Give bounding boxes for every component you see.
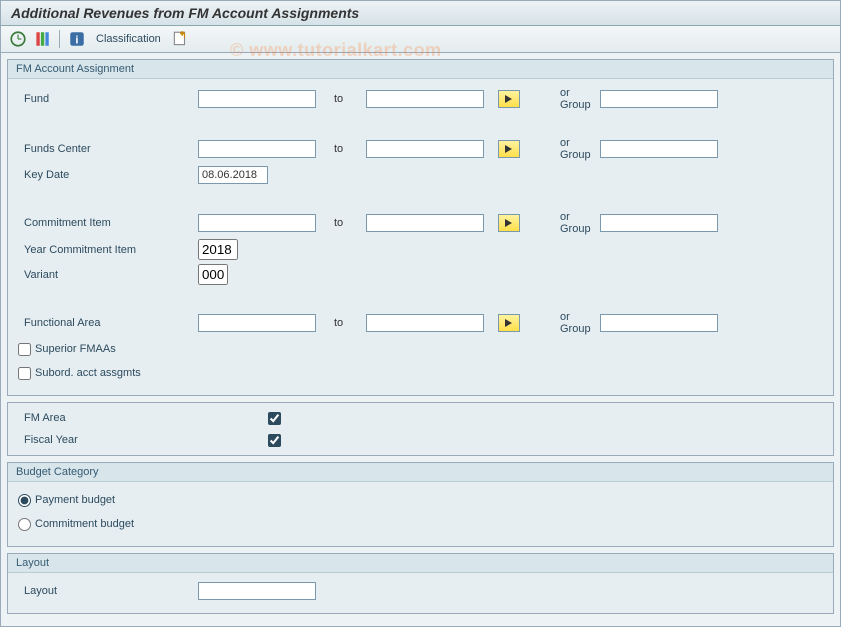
execute-icon[interactable]: [9, 30, 27, 48]
commitment-item-from-input[interactable]: [198, 214, 316, 232]
fm-area-label: FM Area: [18, 412, 268, 424]
variant-input[interactable]: [198, 264, 228, 285]
fm-area-checkbox[interactable]: [268, 412, 281, 425]
key-date-input[interactable]: [198, 166, 268, 184]
payment-budget-radio[interactable]: [18, 494, 31, 507]
layout-header: Layout: [8, 554, 833, 573]
svg-text:i: i: [75, 35, 78, 47]
to-label: to: [316, 217, 366, 229]
fund-label: Fund: [18, 93, 198, 105]
commitment-budget-label: Commitment budget: [35, 518, 134, 530]
layout-group: Layout Layout: [7, 553, 834, 614]
fund-to-input[interactable]: [366, 90, 484, 108]
classification-button[interactable]: Classification: [92, 33, 165, 45]
commitment-item-to-input[interactable]: [366, 214, 484, 232]
variant-icon[interactable]: [33, 30, 51, 48]
superior-fmaas-checkbox[interactable]: [18, 343, 31, 356]
functional-area-group-input[interactable]: [600, 314, 718, 332]
funds-center-to-input[interactable]: [366, 140, 484, 158]
fund-group-input[interactable]: [600, 90, 718, 108]
key-date-label: Key Date: [18, 169, 198, 181]
subord-acct-checkbox[interactable]: [18, 367, 31, 380]
layout-label: Layout: [18, 585, 198, 597]
fm-area-fiscal-group: FM Area Fiscal Year: [7, 402, 834, 456]
commitment-item-label: Commitment Item: [18, 217, 198, 229]
year-commitment-item-input[interactable]: [198, 239, 238, 260]
budget-category-header: Budget Category: [8, 463, 833, 482]
funds-center-multiselect-button[interactable]: [498, 140, 520, 158]
functional-area-from-input[interactable]: [198, 314, 316, 332]
layout-input[interactable]: [198, 582, 316, 600]
superior-fmaas-label: Superior FMAAs: [35, 343, 116, 355]
info-icon[interactable]: i: [68, 30, 86, 48]
commitment-item-group-input[interactable]: [600, 214, 718, 232]
funds-center-label: Funds Center: [18, 143, 198, 155]
fiscal-year-label: Fiscal Year: [18, 434, 268, 446]
commitment-budget-radio[interactable]: [18, 518, 31, 531]
fiscal-year-checkbox[interactable]: [268, 434, 281, 447]
new-sheet-icon[interactable]: [171, 30, 189, 48]
fm-account-assignment-group: FM Account Assignment Fund to or Group: [7, 59, 834, 396]
to-label: to: [316, 143, 366, 155]
functional-area-multiselect-button[interactable]: [498, 314, 520, 332]
to-label: to: [316, 93, 366, 105]
orgroup-label: or Group: [520, 211, 600, 235]
to-label: to: [316, 317, 366, 329]
budget-category-group: Budget Category Payment budget Commitmen…: [7, 462, 834, 547]
subord-acct-label: Subord. acct assgmts: [35, 367, 141, 379]
fm-group-header: FM Account Assignment: [8, 60, 833, 79]
page-title: Additional Revenues from FM Account Assi…: [1, 1, 840, 26]
orgroup-label: or Group: [520, 87, 600, 111]
variant-label: Variant: [18, 269, 198, 281]
funds-center-group-input[interactable]: [600, 140, 718, 158]
toolbar-separator: [59, 30, 60, 48]
functional-area-to-input[interactable]: [366, 314, 484, 332]
toolbar: i Classification: [1, 26, 840, 53]
functional-area-label: Functional Area: [18, 317, 198, 329]
orgroup-label: or Group: [520, 311, 600, 335]
commitment-item-multiselect-button[interactable]: [498, 214, 520, 232]
payment-budget-label: Payment budget: [35, 494, 115, 506]
fund-from-input[interactable]: [198, 90, 316, 108]
funds-center-from-input[interactable]: [198, 140, 316, 158]
fund-multiselect-button[interactable]: [498, 90, 520, 108]
year-commitment-item-label: Year Commitment Item: [18, 244, 198, 256]
orgroup-label: or Group: [520, 137, 600, 161]
